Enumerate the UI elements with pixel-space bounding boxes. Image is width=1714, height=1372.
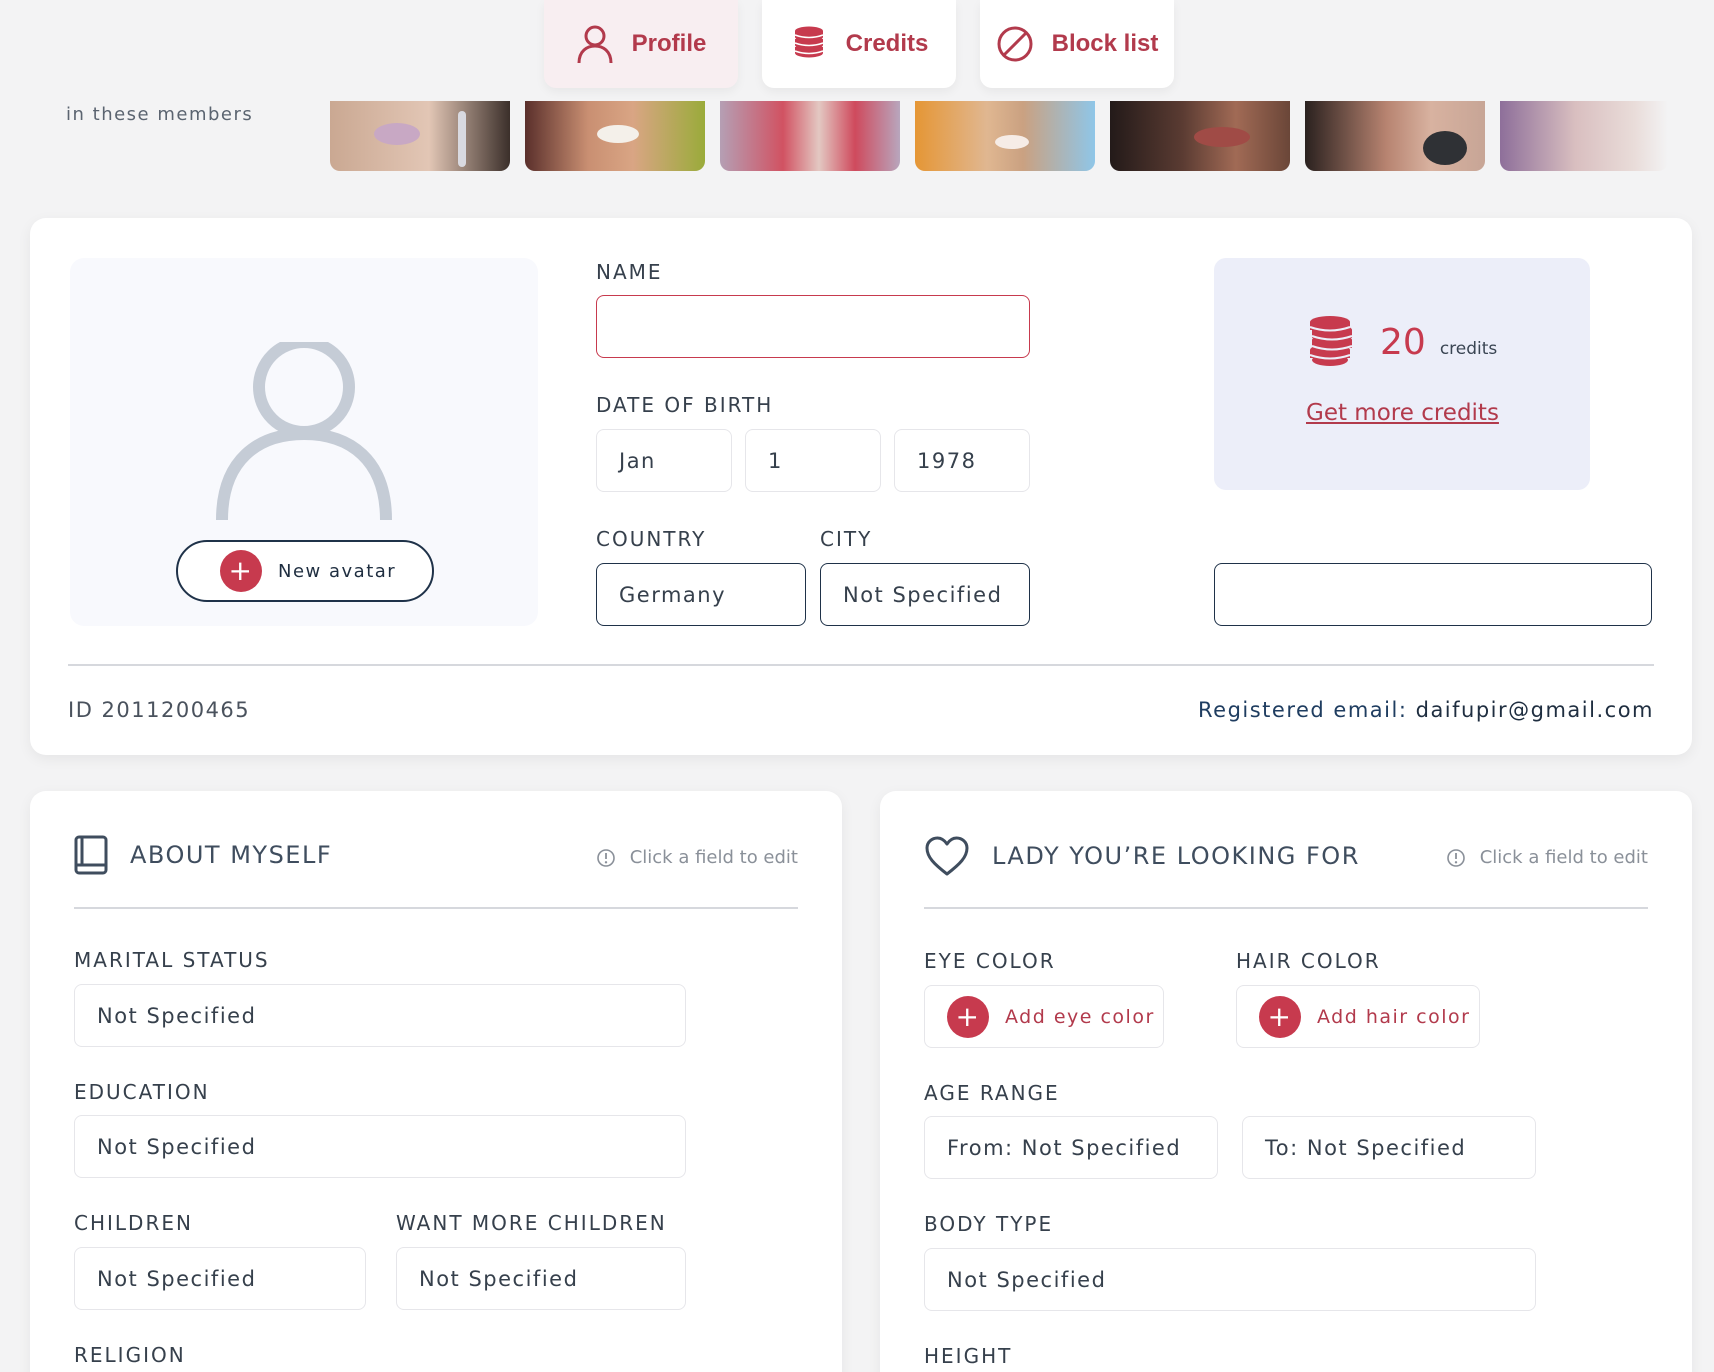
member-photo[interactable]	[1305, 101, 1485, 171]
dob-month-select[interactable]: Jan	[596, 429, 732, 492]
body-type-value: Not Specified	[947, 1267, 1107, 1292]
add-eye-color-button[interactable]: + Add eye color	[924, 985, 1164, 1048]
coins-icon	[1309, 316, 1353, 366]
about-myself-card: ABOUT MYSELF Click a field to edit MARIT…	[30, 791, 842, 1372]
name-label: NAME	[596, 260, 663, 284]
registered-email: Registered email: daifupir@gmail.com	[1198, 698, 1654, 722]
children-label: CHILDREN	[74, 1211, 193, 1235]
age-to-select[interactable]: To: Not Specified	[1242, 1116, 1536, 1179]
member-photo[interactable]	[1500, 101, 1668, 171]
religion-label: RELIGION	[74, 1343, 186, 1367]
name-input[interactable]	[596, 295, 1030, 358]
credits-unit: credits	[1439, 339, 1498, 359]
block-icon	[997, 26, 1033, 62]
height-label: HEIGHT	[924, 1344, 1013, 1368]
children-select[interactable]: Not Specified	[74, 1247, 366, 1310]
add-hair-color-button[interactable]: + Add hair color	[1236, 985, 1480, 1048]
education-label: EDUCATION	[74, 1080, 210, 1104]
card-divider	[68, 664, 1654, 666]
want-more-children-label: WANT MORE CHILDREN	[396, 1211, 667, 1235]
plus-icon: +	[220, 550, 262, 592]
heart-icon	[925, 836, 969, 876]
section-divider	[74, 907, 798, 909]
member-photo[interactable]	[1110, 101, 1290, 171]
credits-panel: 20 credits Get more credits	[1214, 258, 1590, 490]
plus-icon: +	[1259, 995, 1301, 1038]
member-photo[interactable]	[525, 101, 705, 171]
info-icon	[596, 848, 615, 867]
country-value: Germany	[619, 582, 727, 607]
user-id: ID 2011200465	[68, 698, 251, 722]
marital-status-value: Not Specified	[97, 1003, 257, 1028]
body-type-select[interactable]: Not Specified	[924, 1248, 1536, 1311]
profile-card: + New avatar NAME DATE OF BIRTH Jan 1 19…	[30, 218, 1692, 755]
tab-label: Credits	[845, 30, 929, 57]
dob-day-value: 1	[768, 448, 783, 473]
member-photo[interactable]	[915, 101, 1095, 171]
tab-profile[interactable]: Profile	[544, 0, 738, 88]
lady-preferences-card: LADY YOU’RE LOOKING FOR Click a field to…	[880, 791, 1692, 1372]
hair-color-label: HAIR COLOR	[1236, 949, 1381, 973]
section-divider	[924, 907, 1648, 909]
tab-label: Profile	[631, 30, 707, 57]
info-icon	[1446, 848, 1465, 867]
avatar-placeholder-icon	[216, 342, 392, 521]
credits-amount: 20	[1380, 321, 1426, 363]
lady-header: LADY YOU’RE LOOKING FOR	[924, 835, 1360, 877]
edit-hint-text: Click a field to edit	[1479, 847, 1648, 868]
new-avatar-label: New avatar	[278, 560, 397, 582]
tab-block-list[interactable]: Block list	[980, 0, 1174, 88]
lady-title: LADY YOU’RE LOOKING FOR	[992, 842, 1360, 870]
dob-month-value: Jan	[619, 448, 656, 473]
city-select[interactable]: Not Specified	[820, 563, 1030, 626]
add-hair-color-label: Add hair color	[1317, 1005, 1471, 1028]
city-value: Not Specified	[843, 582, 1003, 607]
tab-credits[interactable]: Credits	[762, 0, 956, 88]
add-eye-color-label: Add eye color	[1005, 1005, 1155, 1028]
age-from-select[interactable]: From: Not Specified	[924, 1116, 1218, 1179]
body-type-label: BODY TYPE	[924, 1212, 1054, 1236]
get-more-credits-link[interactable]: Get more credits	[1306, 400, 1499, 426]
avatar-area: + New avatar	[70, 258, 538, 626]
age-from-value: From: Not Specified	[947, 1135, 1182, 1160]
education-value: Not Specified	[97, 1134, 257, 1159]
member-photo[interactable]	[330, 101, 510, 171]
new-avatar-button[interactable]: + New avatar	[176, 540, 434, 602]
plus-icon: +	[947, 995, 989, 1038]
age-range-label: AGE RANGE	[924, 1081, 1060, 1105]
city-label: CITY	[820, 527, 873, 551]
about-header: ABOUT MYSELF	[74, 835, 332, 875]
edit-hint: Click a field to edit	[596, 847, 798, 868]
dob-day-select[interactable]: 1	[745, 429, 881, 492]
tab-label: Block list	[1051, 30, 1159, 57]
email-value: daifupir@gmail.com	[1415, 698, 1654, 722]
book-icon	[74, 835, 108, 875]
eye-color-label: EYE COLOR	[924, 949, 1056, 973]
age-to-value: To: Not Specified	[1265, 1135, 1467, 1160]
credits-balance: 20 credits	[1304, 314, 1497, 370]
children-value: Not Specified	[97, 1266, 257, 1291]
profile-tabs: Profile Credits Block list	[544, 0, 1174, 88]
edit-hint: Click a field to edit	[1446, 847, 1648, 868]
dob-year-select[interactable]: 1978	[894, 429, 1030, 492]
edit-hint-text: Click a field to edit	[629, 847, 798, 868]
country-label: COUNTRY	[596, 527, 707, 551]
marital-status-label: MARITAL STATUS	[74, 948, 270, 972]
profile-extra-input[interactable]	[1214, 563, 1652, 626]
about-title: ABOUT MYSELF	[130, 841, 333, 869]
user-icon	[577, 25, 613, 64]
dob-label: DATE OF BIRTH	[596, 393, 774, 417]
coins-icon	[794, 26, 823, 58]
education-select[interactable]: Not Specified	[74, 1115, 686, 1178]
country-select[interactable]: Germany	[596, 563, 806, 626]
teaser-label: in these members	[66, 104, 254, 125]
member-photo-strip	[330, 101, 1668, 171]
want-more-children-value: Not Specified	[419, 1266, 579, 1291]
dob-year-value: 1978	[917, 448, 977, 473]
email-label: Registered email:	[1198, 698, 1408, 722]
want-more-children-select[interactable]: Not Specified	[396, 1247, 686, 1310]
member-photo[interactable]	[720, 101, 900, 171]
marital-status-select[interactable]: Not Specified	[74, 984, 686, 1047]
